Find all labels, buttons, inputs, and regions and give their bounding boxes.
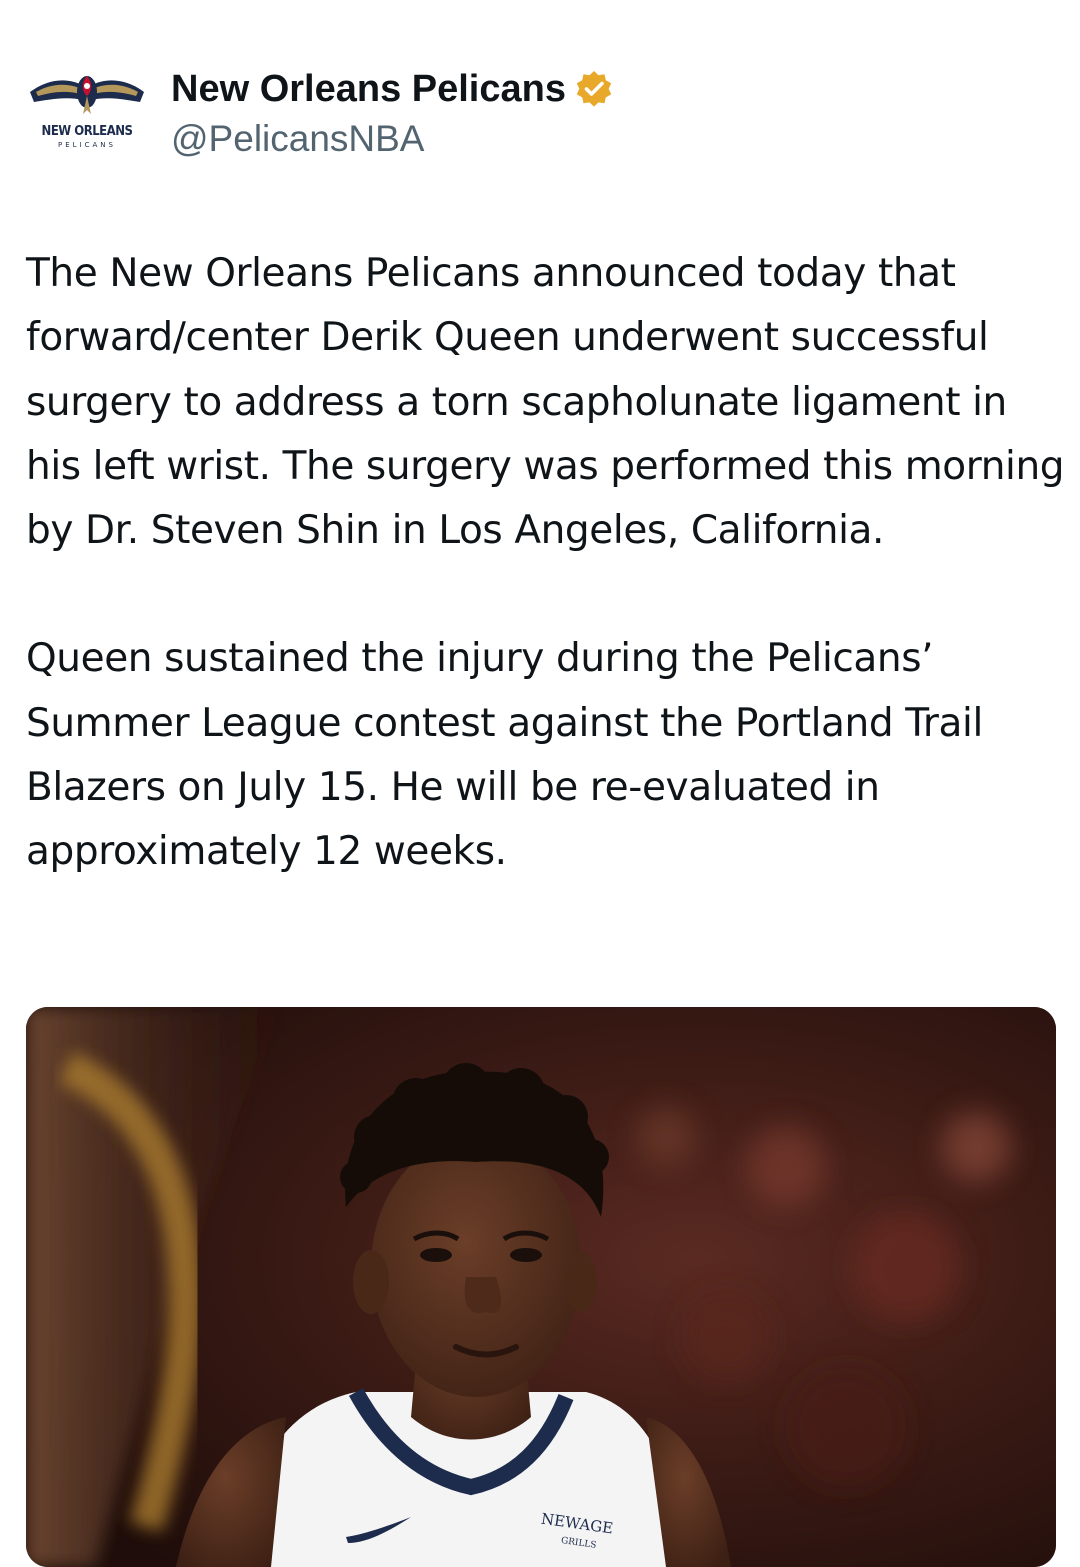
player-photo-illustration: NEWAGE GRILLS xyxy=(26,1007,1056,1567)
pelicans-logo-icon xyxy=(30,76,144,114)
avatar[interactable]: NEW ORLEANS PELICANS xyxy=(26,62,148,162)
logo-subtext: PELICANS xyxy=(58,141,116,149)
verified-badge-icon[interactable] xyxy=(574,69,614,109)
tweet-text: The New Orleans Pelicans announced today… xyxy=(26,242,1066,885)
tweet-photo[interactable]: NEWAGE GRILLS xyxy=(26,1007,1056,1567)
tweet-paragraph-2: Queen sustained the injury during the Pe… xyxy=(26,636,983,875)
tweet-post: NEW ORLEANS PELICANS New Orleans Pelican… xyxy=(0,0,1080,1567)
display-name[interactable]: New Orleans Pelicans xyxy=(171,68,566,111)
account-handle[interactable]: @PelicansNBA xyxy=(171,118,614,160)
logo-wordmark: NEW ORLEANS xyxy=(41,124,133,139)
tweet-header: NEW ORLEANS PELICANS New Orleans Pelican… xyxy=(26,62,1046,162)
display-name-row: New Orleans Pelicans xyxy=(171,62,614,116)
tweet-paragraph-1: The New Orleans Pelicans announced today… xyxy=(26,251,1065,554)
account-identity: New Orleans Pelicans @PelicansNBA xyxy=(171,62,614,160)
